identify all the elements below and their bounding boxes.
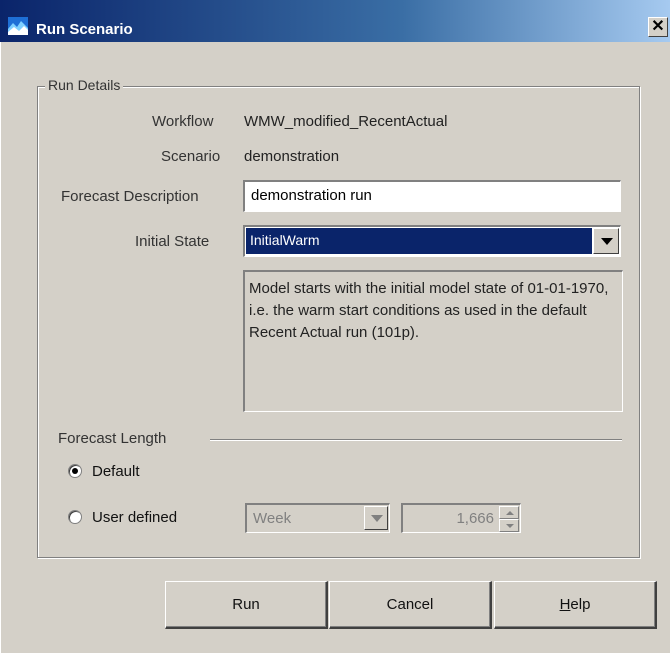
run-details-group-title: Run Details [45,77,124,93]
close-icon: ✕ [651,18,665,35]
help-button-mnemonic: H [559,596,571,613]
workflow-label: Workflow [152,113,214,130]
spin-down-button[interactable] [499,519,519,532]
chevron-down-icon [601,238,613,245]
length-amount-value: 1,666 [456,510,494,527]
arrow-up-icon [506,511,514,515]
workflow-value: WMW_modified_RecentActual [244,113,448,130]
scenario-value: demonstration [244,148,340,165]
window-left-edge [0,42,4,653]
length-unit-value: Week [253,510,292,527]
initial-state-dropdown[interactable]: InitialWarm [243,225,621,257]
run-button[interactable]: Run [165,581,328,629]
initial-state-dropdown-button[interactable] [593,228,619,254]
forecast-description-input[interactable]: demonstration run [243,180,621,212]
app-icon [8,17,28,35]
window-title: Run Scenario [36,21,133,38]
default-radio-label[interactable]: Default [92,463,140,480]
radio-selected-dot [72,468,78,474]
arrow-down-icon [506,524,514,528]
forecast-description-label: Forecast Description [61,188,199,205]
title-bar[interactable]: Run Scenario ✕ [0,0,670,42]
initial-state-label: Initial State [135,233,210,250]
default-radio[interactable] [68,464,82,478]
scenario-label: Scenario [161,148,221,165]
initial-state-description: Model starts with the initial model stat… [243,270,623,412]
length-amount-spinner[interactable]: 1,666 [401,503,521,533]
length-unit-dropdown[interactable]: Week [245,503,390,533]
spinner-buttons [499,506,519,532]
initial-state-selected-value: InitialWarm [246,228,592,254]
forecast-length-label: Forecast Length [58,430,167,447]
help-button-label-post: elp [570,596,591,613]
user-defined-radio-label[interactable]: User defined [92,509,177,526]
user-defined-radio[interactable] [68,510,82,524]
spin-up-button[interactable] [499,506,519,519]
length-unit-dropdown-button[interactable] [364,506,388,530]
help-button[interactable]: Help [494,581,657,629]
chevron-down-icon [371,515,383,522]
close-button[interactable]: ✕ [648,17,668,37]
cancel-button[interactable]: Cancel [329,581,492,629]
forecast-length-separator [210,439,622,441]
